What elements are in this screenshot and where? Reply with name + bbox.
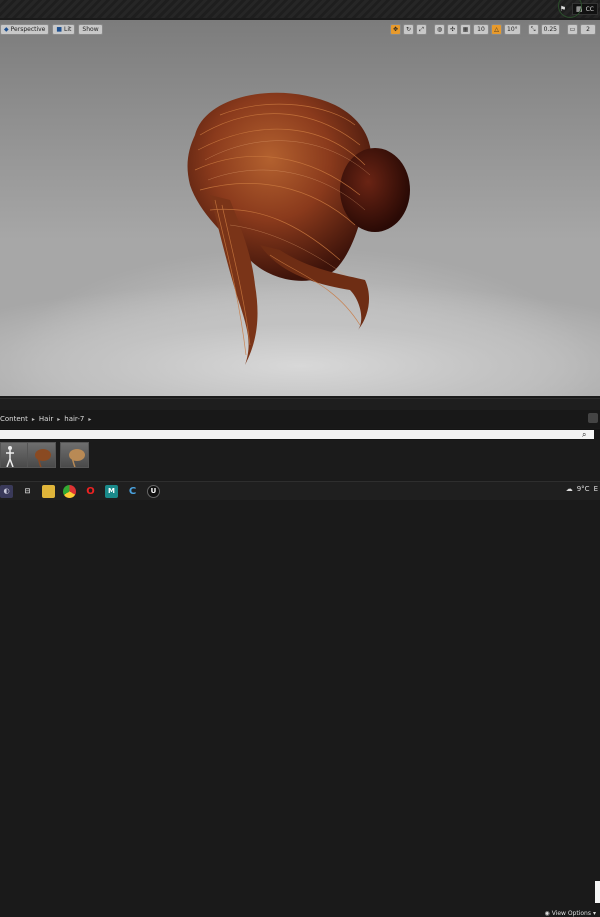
start-icon[interactable]: ◐ bbox=[0, 484, 13, 498]
show-button[interactable]: Show bbox=[78, 24, 103, 35]
file-explorer-icon[interactable] bbox=[42, 484, 55, 498]
breadcrumb-hair[interactable]: Hair bbox=[39, 415, 53, 423]
world-local-icon[interactable]: ◍ bbox=[434, 24, 445, 35]
grid-snap-icon[interactable]: ▦ bbox=[460, 24, 471, 35]
view-options-label: View Options bbox=[551, 910, 591, 917]
grid-snap-value[interactable]: 10 bbox=[473, 24, 489, 35]
asset-tile-character[interactable] bbox=[0, 442, 29, 468]
hair-groom-model[interactable] bbox=[160, 75, 420, 375]
tray-text[interactable]: E bbox=[594, 485, 598, 493]
eye-icon: ◉ bbox=[544, 910, 550, 917]
weather-temp[interactable]: 9°C bbox=[577, 485, 590, 493]
viewport-toolbar-right: ✥ ↻ ⤢ ◍ ✣ ▦ 10 △ 10° ⤡ 0.25 ▭ 2 bbox=[390, 24, 596, 35]
lit-label: Lit bbox=[64, 26, 72, 33]
asset-search-input[interactable] bbox=[0, 430, 594, 439]
os-taskbar: ◐ ⊟ O M C U ☁ 9°C E bbox=[0, 481, 600, 500]
camera-speed-icon[interactable]: ▭ bbox=[567, 24, 578, 35]
scale-snap-icon[interactable]: ⤡ bbox=[527, 24, 539, 35]
perspective-button[interactable]: ◆ Perspective bbox=[0, 24, 50, 35]
rotate-tool-icon[interactable]: ↻ bbox=[403, 24, 414, 35]
lock-icon[interactable] bbox=[588, 413, 598, 423]
breadcrumb: Content ▸ Hair ▸ hair-7 ▸ bbox=[0, 410, 600, 428]
perspective-icon: ◆ bbox=[4, 26, 9, 33]
rotation-snap-icon[interactable]: △ bbox=[491, 24, 502, 35]
content-browser-header bbox=[0, 398, 600, 410]
opera-icon[interactable]: O bbox=[84, 485, 97, 498]
c-app-icon[interactable]: C bbox=[126, 485, 139, 498]
hair-alt-thumbnail-icon bbox=[69, 449, 85, 467]
system-tray: ☁ 9°C E bbox=[566, 485, 598, 493]
translate-tool-icon[interactable]: ✥ bbox=[390, 24, 401, 35]
chevron-down-icon: ▾ bbox=[592, 910, 596, 917]
search-row: ⌕ bbox=[0, 429, 600, 440]
lit-cube-icon: ■ bbox=[56, 26, 63, 33]
perspective-label: Perspective bbox=[10, 26, 46, 33]
maya-icon[interactable]: M bbox=[105, 484, 118, 498]
lit-button[interactable]: ■ Lit bbox=[52, 24, 76, 35]
show-label: Show bbox=[82, 26, 99, 33]
chevron-right-icon[interactable]: ▸ bbox=[88, 416, 91, 423]
chevron-right-icon: ▸ bbox=[31, 415, 35, 423]
breadcrumb-content[interactable]: Content bbox=[0, 415, 28, 423]
asset-tile-hair-binding[interactable] bbox=[60, 442, 89, 468]
scale-tool-icon[interactable]: ⤢ bbox=[416, 24, 427, 35]
unreal-engine-icon[interactable]: U bbox=[147, 484, 160, 498]
breadcrumb-hair-7[interactable]: hair-7 bbox=[64, 415, 84, 423]
asset-grid: ◉ View Options ▾ bbox=[0, 440, 600, 917]
details-panel-edge bbox=[595, 881, 600, 903]
source-control-ring bbox=[558, 0, 582, 18]
hair-thumbnail-icon bbox=[35, 449, 51, 467]
search-icon[interactable]: ⌕ bbox=[582, 430, 586, 440]
rotation-snap-value[interactable]: 10° bbox=[504, 24, 521, 35]
camera-speed-value[interactable]: 2 bbox=[580, 24, 596, 35]
chevron-right-icon: ▸ bbox=[57, 415, 61, 423]
task-view-icon[interactable]: ⊟ bbox=[21, 485, 34, 498]
level-viewport[interactable]: ◆ Perspective ■ Lit Show ✥ ↻ ⤢ ◍ ✣ ▦ 10 … bbox=[0, 20, 600, 396]
scale-snap-value[interactable]: 0.25 bbox=[540, 24, 560, 35]
viewport-toolbar-left: ◆ Perspective ■ Lit Show bbox=[0, 24, 103, 35]
surface-snap-icon[interactable]: ✣ bbox=[447, 24, 458, 35]
view-options-button[interactable]: ◉ View Options ▾ bbox=[544, 910, 596, 917]
title-strip-right: ⚑ ▦ CC bbox=[558, 0, 600, 18]
account-label: CC bbox=[585, 5, 594, 13]
editor-title-strip: ⚑ ▦ CC bbox=[0, 0, 600, 18]
chrome-icon[interactable] bbox=[63, 484, 76, 498]
asset-tile-hair-groom[interactable] bbox=[27, 442, 56, 468]
weather-icon[interactable]: ☁ bbox=[566, 485, 573, 493]
mannequin-thumbnail-icon bbox=[6, 446, 14, 467]
